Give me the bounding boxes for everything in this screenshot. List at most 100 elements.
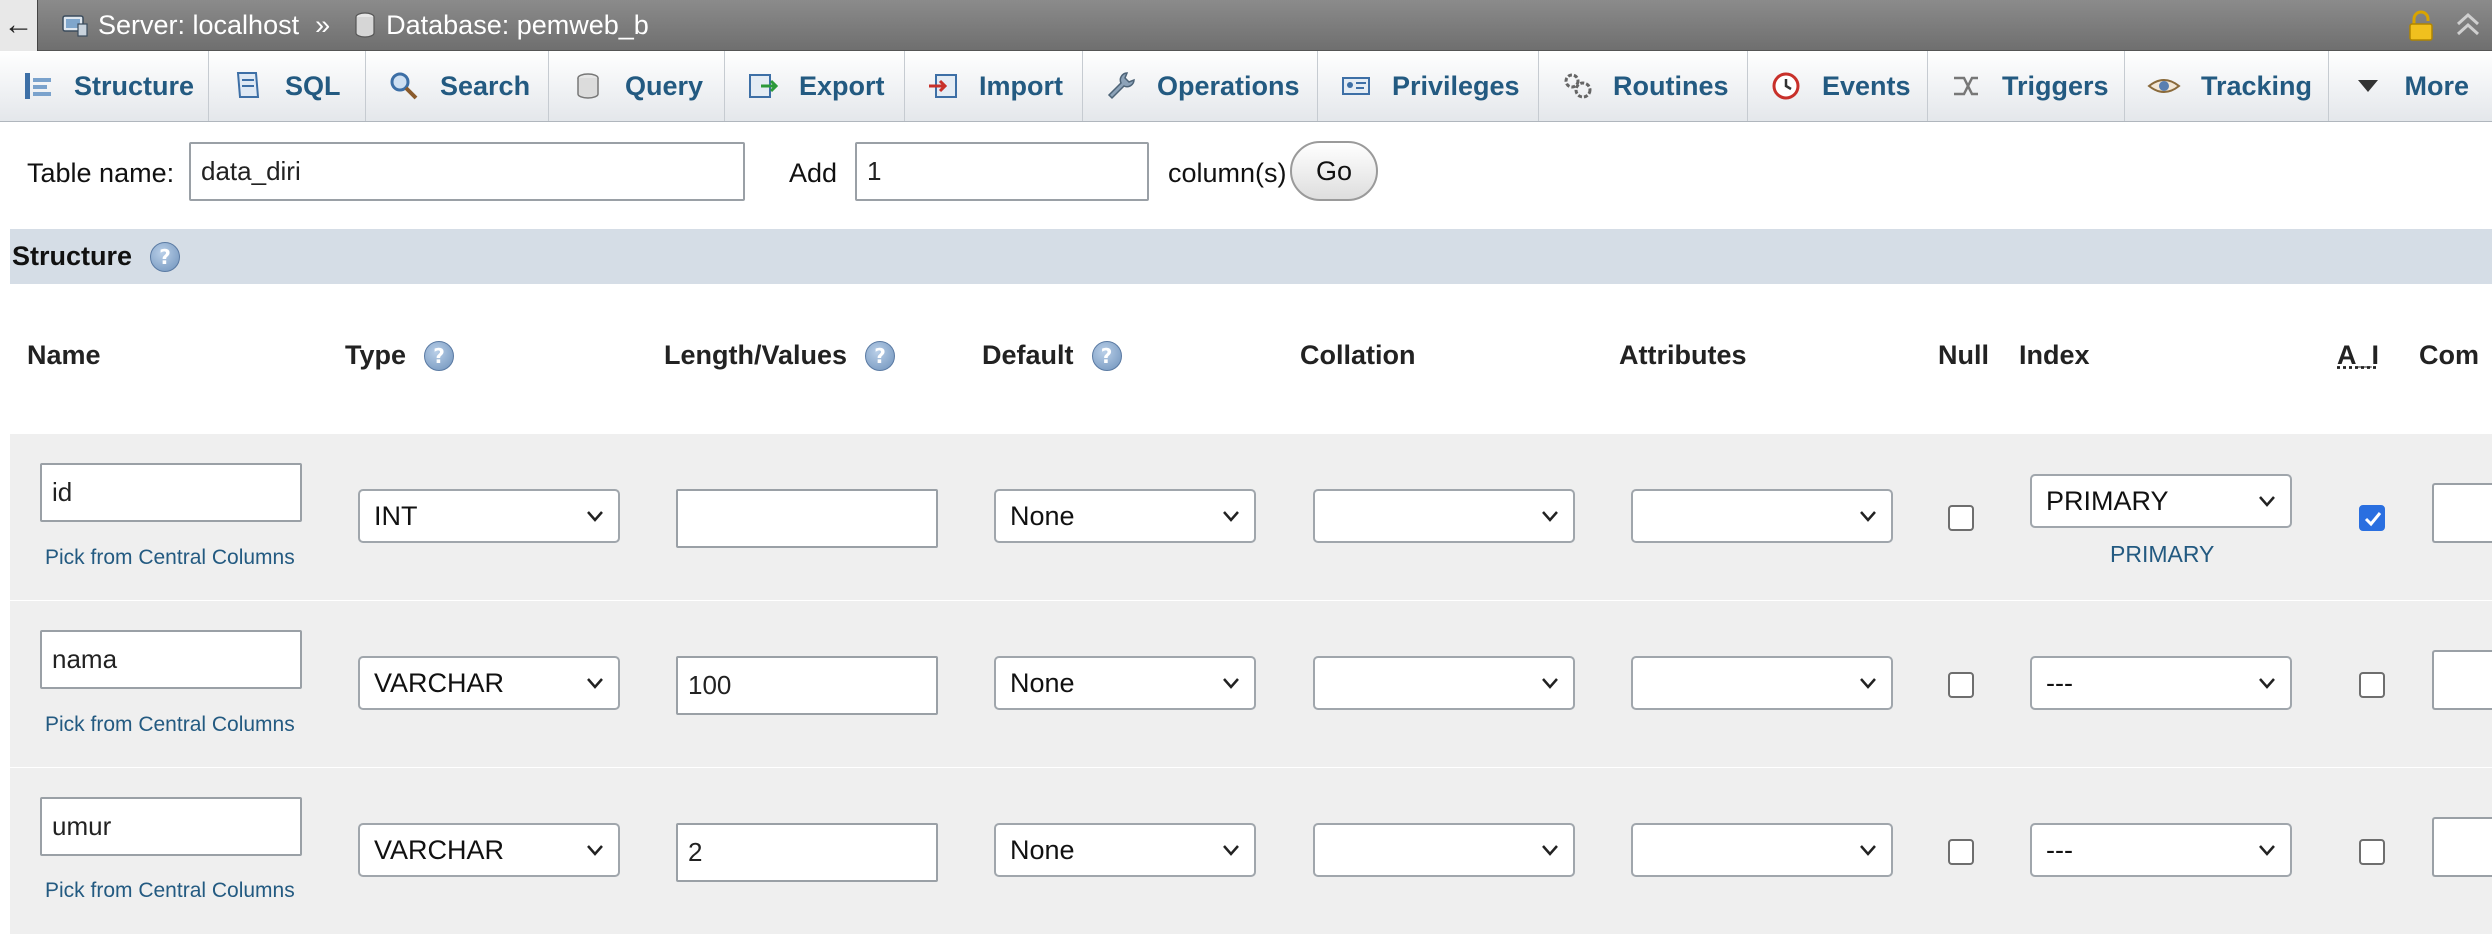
breadcrumb-database-label: Database: pemweb_b xyxy=(386,9,649,40)
length-input[interactable]: 100 xyxy=(676,656,938,715)
tab-operations[interactable]: Operations xyxy=(1083,51,1318,121)
comments-input[interactable] xyxy=(2432,817,2492,877)
collation-select[interactable] xyxy=(1313,823,1575,877)
lock-icon[interactable] xyxy=(2406,10,2436,42)
collation-select[interactable] xyxy=(1313,656,1575,710)
pick-central-columns-link[interactable]: Pick from Central Columns xyxy=(45,713,295,737)
tab-tracking[interactable]: Tracking xyxy=(2125,51,2329,121)
auto-increment-checkbox[interactable] xyxy=(2359,839,2385,865)
comments-input[interactable] xyxy=(2432,650,2492,710)
database-icon xyxy=(355,12,375,38)
chevron-down-icon xyxy=(587,511,603,522)
tab-sql[interactable]: SQL xyxy=(209,51,366,121)
chevron-down-icon xyxy=(2259,678,2275,689)
table-name-input[interactable]: data_diri xyxy=(189,142,745,201)
attributes-select[interactable] xyxy=(1631,656,1893,710)
column-header-auto-increment: A_I xyxy=(2337,340,2380,370)
chevron-down-icon xyxy=(1542,845,1558,856)
column-header-comments: Com xyxy=(2419,340,2479,370)
column-header-attributes: Attributes xyxy=(1619,340,1747,370)
columns-label: column(s) xyxy=(1168,158,1287,188)
caret-down-icon xyxy=(2351,69,2384,103)
chevron-down-icon xyxy=(1223,678,1239,689)
add-columns-input[interactable]: 1 xyxy=(855,142,1149,201)
breadcrumb-server-label: Server: localhost xyxy=(98,9,300,40)
chevron-down-icon xyxy=(2259,496,2275,507)
checkmark-icon xyxy=(2364,512,2382,527)
help-icon[interactable]: ? xyxy=(424,340,455,371)
null-checkbox[interactable] xyxy=(1948,672,1974,698)
breadcrumb-database[interactable]: Database: pemweb_b xyxy=(354,10,649,41)
type-select[interactable]: VARCHAR xyxy=(358,823,620,877)
attributes-select[interactable] xyxy=(1631,489,1893,543)
column-name-input[interactable]: umur xyxy=(40,797,302,856)
auto-increment-checkbox[interactable] xyxy=(2359,672,2385,698)
column-name-input[interactable]: id xyxy=(40,463,302,522)
server-icon xyxy=(62,15,88,37)
collapse-icon[interactable] xyxy=(2454,10,2482,40)
tab-query[interactable]: Query xyxy=(549,51,725,121)
pick-central-columns-link[interactable]: Pick from Central Columns xyxy=(45,879,295,903)
tab-structure[interactable]: Structure xyxy=(0,51,209,121)
help-icon[interactable]: ? xyxy=(150,241,181,272)
chevron-down-icon xyxy=(1860,845,1876,856)
chevron-down-icon xyxy=(1542,678,1558,689)
breadcrumb-server[interactable]: Server: localhost xyxy=(62,10,299,41)
index-select[interactable]: PRIMARY xyxy=(2030,474,2292,528)
tab-search[interactable]: Search xyxy=(366,51,549,121)
column-header-name: Name xyxy=(27,340,101,370)
tab-routines[interactable]: Routines xyxy=(1539,51,1748,121)
chevron-down-icon xyxy=(1223,845,1239,856)
chevron-down-icon xyxy=(2259,845,2275,856)
eye-icon xyxy=(2147,69,2181,103)
auto-increment-checkbox[interactable] xyxy=(2359,505,2385,531)
pick-central-columns-link[interactable]: Pick from Central Columns xyxy=(45,546,295,570)
column-header-default: Default? xyxy=(982,340,1122,371)
chevron-down-icon xyxy=(1223,511,1239,522)
tab-export[interactable]: Export xyxy=(725,51,905,121)
tab-import[interactable]: Import xyxy=(905,51,1083,121)
breadcrumb-separator: » xyxy=(315,9,331,40)
search-icon xyxy=(388,69,420,103)
help-icon[interactable]: ? xyxy=(1091,340,1122,371)
structure-section-header: Structure ? xyxy=(10,229,2492,284)
index-primary-link[interactable]: PRIMARY xyxy=(2110,541,2214,568)
breadcrumb-bar: ← Server: localhost » Database: pemweb_b xyxy=(0,0,2492,51)
column-header-type: Type? xyxy=(345,340,455,371)
collation-select[interactable] xyxy=(1313,489,1575,543)
import-icon xyxy=(927,69,959,103)
type-select[interactable]: INT xyxy=(358,489,620,543)
table-name-label: Table name: xyxy=(27,158,175,188)
column-name-input[interactable]: nama xyxy=(40,630,302,689)
table-name-row: Table name: data_diri Add 1 column(s) Go xyxy=(0,122,2492,228)
tab-privileges[interactable]: Privileges xyxy=(1318,51,1539,121)
tab-events[interactable]: Events xyxy=(1748,51,1928,121)
tab-more[interactable]: More xyxy=(2329,51,2489,121)
index-select[interactable]: --- xyxy=(2030,823,2292,877)
sql-icon xyxy=(231,69,265,103)
chevron-down-icon xyxy=(587,845,603,856)
go-button[interactable]: Go xyxy=(1290,141,1378,201)
comments-input[interactable] xyxy=(2432,483,2492,543)
structure-title: Structure xyxy=(12,241,133,271)
index-select[interactable]: --- xyxy=(2030,656,2292,710)
table-row: nama Pick from Central Columns VARCHAR 1… xyxy=(10,601,2492,767)
triggers-icon xyxy=(1950,69,1982,103)
default-select[interactable]: None xyxy=(994,656,1256,710)
attributes-select[interactable] xyxy=(1631,823,1893,877)
routines-icon xyxy=(1561,69,1593,103)
length-input[interactable]: 2 xyxy=(676,823,938,882)
help-icon[interactable]: ? xyxy=(865,340,896,371)
type-select[interactable]: VARCHAR xyxy=(358,656,620,710)
chevron-down-icon xyxy=(1860,678,1876,689)
length-input[interactable] xyxy=(676,489,938,548)
back-arrow-icon[interactable]: ← xyxy=(0,0,38,51)
null-checkbox[interactable] xyxy=(1948,839,1974,865)
null-checkbox[interactable] xyxy=(1948,505,1974,531)
default-select[interactable]: None xyxy=(994,823,1256,877)
export-icon xyxy=(747,69,779,103)
chevron-down-icon xyxy=(1860,511,1876,522)
default-select[interactable]: None xyxy=(994,489,1256,543)
tab-triggers[interactable]: Triggers xyxy=(1928,51,2125,121)
column-header-null: Null xyxy=(1938,340,1989,370)
